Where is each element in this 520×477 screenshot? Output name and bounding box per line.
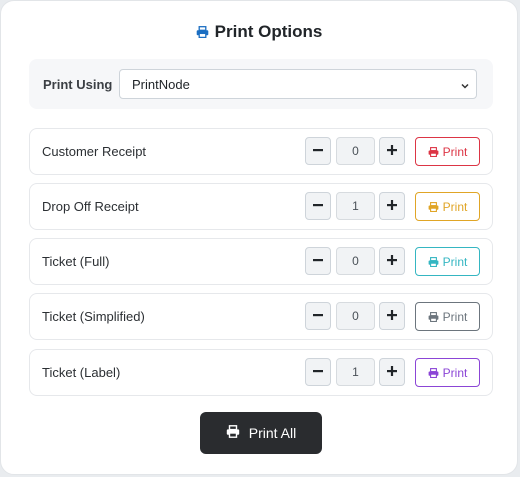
minus-icon bbox=[313, 142, 323, 160]
plus-icon bbox=[387, 252, 397, 270]
print-using-select[interactable]: PrintNode bbox=[119, 69, 477, 99]
printer-icon bbox=[226, 425, 240, 441]
page-title: Print Options bbox=[1, 21, 517, 43]
print-options-card: Print Options Print Using PrintNode Cust… bbox=[0, 0, 518, 475]
quantity-stepper: 1 bbox=[305, 358, 405, 386]
print-row-ticket-full: Ticket (Full) 0 Print bbox=[29, 238, 493, 285]
printer-icon bbox=[428, 201, 439, 212]
print-row-drop-off-receipt: Drop Off Receipt 1 Print bbox=[29, 183, 493, 230]
decrease-quantity-button[interactable] bbox=[305, 358, 331, 386]
quantity-stepper: 0 bbox=[305, 302, 405, 330]
minus-icon bbox=[313, 197, 323, 215]
quantity-input[interactable]: 1 bbox=[336, 192, 375, 220]
row-label: Ticket (Simplified) bbox=[42, 309, 145, 324]
print-row-ticket-simplified: Ticket (Simplified) 0 Print bbox=[29, 293, 493, 340]
decrease-quantity-button[interactable] bbox=[305, 192, 331, 220]
printer-icon bbox=[428, 311, 439, 322]
print-row-ticket-label: Ticket (Label) 1 Print bbox=[29, 349, 493, 396]
quantity-stepper: 0 bbox=[305, 137, 405, 165]
increase-quantity-button[interactable] bbox=[379, 137, 405, 165]
minus-icon bbox=[313, 363, 323, 381]
row-label: Ticket (Label) bbox=[42, 365, 121, 380]
minus-icon bbox=[313, 307, 323, 325]
print-button[interactable]: Print bbox=[415, 358, 480, 387]
quantity-stepper: 0 bbox=[305, 247, 405, 275]
quantity-input[interactable]: 0 bbox=[336, 137, 375, 165]
printer-icon bbox=[196, 26, 209, 38]
decrease-quantity-button[interactable] bbox=[305, 137, 331, 165]
print-all-button[interactable]: Print All bbox=[200, 412, 322, 454]
quantity-input[interactable]: 0 bbox=[336, 302, 375, 330]
row-label: Drop Off Receipt bbox=[42, 199, 139, 214]
print-button-label: Print bbox=[442, 254, 468, 269]
row-label: Customer Receipt bbox=[42, 144, 147, 159]
print-using-value: PrintNode bbox=[132, 76, 190, 92]
print-using-label: Print Using bbox=[43, 76, 113, 92]
print-button-label: Print bbox=[442, 309, 468, 324]
quantity-input[interactable]: 0 bbox=[336, 247, 375, 275]
increase-quantity-button[interactable] bbox=[379, 358, 405, 386]
decrease-quantity-button[interactable] bbox=[305, 247, 331, 275]
chevron-down-icon bbox=[460, 79, 470, 94]
print-button[interactable]: Print bbox=[415, 137, 480, 166]
print-button-label: Print bbox=[442, 365, 468, 380]
print-using-panel: Print Using PrintNode bbox=[29, 59, 493, 109]
increase-quantity-button[interactable] bbox=[379, 192, 405, 220]
print-button-label: Print bbox=[442, 199, 468, 214]
plus-icon bbox=[387, 142, 397, 160]
row-label: Ticket (Full) bbox=[42, 254, 110, 269]
plus-icon bbox=[387, 197, 397, 215]
increase-quantity-button[interactable] bbox=[379, 302, 405, 330]
printer-icon bbox=[428, 367, 439, 378]
print-all-label: Print All bbox=[248, 425, 297, 441]
print-button[interactable]: Print bbox=[415, 192, 480, 221]
print-button[interactable]: Print bbox=[415, 247, 480, 276]
plus-icon bbox=[387, 363, 397, 381]
page-title-text: Print Options bbox=[214, 22, 323, 41]
print-button[interactable]: Print bbox=[415, 302, 480, 331]
increase-quantity-button[interactable] bbox=[379, 247, 405, 275]
decrease-quantity-button[interactable] bbox=[305, 302, 331, 330]
printer-icon bbox=[428, 146, 439, 157]
printer-icon bbox=[428, 256, 439, 267]
quantity-input[interactable]: 1 bbox=[336, 358, 375, 386]
plus-icon bbox=[387, 307, 397, 325]
quantity-stepper: 1 bbox=[305, 192, 405, 220]
minus-icon bbox=[313, 252, 323, 270]
print-row-customer-receipt: Customer Receipt 0 Print bbox=[29, 128, 493, 175]
print-button-label: Print bbox=[442, 144, 468, 159]
